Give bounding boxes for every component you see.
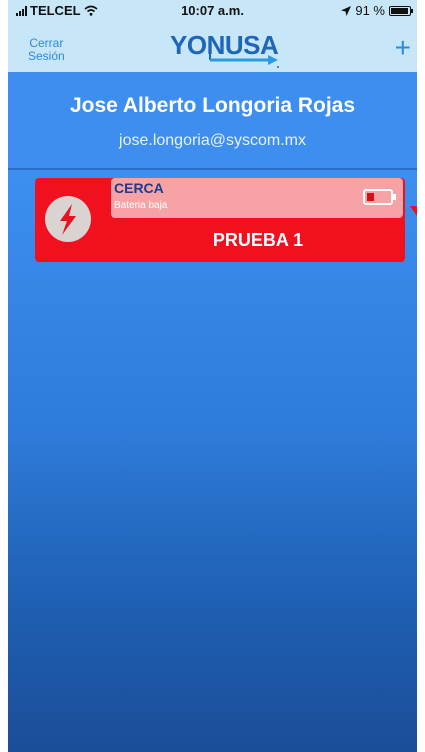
- device-card[interactable]: CERCA Bateria baja PRUEBA 1: [35, 178, 405, 262]
- lightning-icon-glyph: [60, 204, 76, 235]
- logo-arrow-icon: [209, 48, 279, 68]
- user-name: Jose Alberto Longoria Rojas: [69, 94, 356, 117]
- battery-percent: 91 %: [355, 3, 385, 18]
- top-bar: TELCEL 10:07 a.m. 91 % Cerrar Sesión YON…: [8, 0, 417, 72]
- device-status: Bateria baja: [114, 200, 168, 211]
- device-name: PRUEBA 1: [212, 230, 304, 250]
- app-screen: TELCEL 10:07 a.m. 91 % Cerrar Sesión YON…: [8, 0, 417, 752]
- add-device-button[interactable]: +: [395, 34, 411, 62]
- lightning-icon: [45, 196, 91, 242]
- status-bar: TELCEL 10:07 a.m. 91 %: [8, 0, 417, 20]
- battery-icon: [389, 5, 413, 16]
- location-arrow-icon: [341, 5, 352, 16]
- device-list[interactable]: CERCA Bateria baja PRUEBA 1: [8, 170, 417, 752]
- alert-marker-icon: [410, 206, 417, 216]
- battery-indicator: 91 %: [341, 3, 413, 18]
- logout-button[interactable]: Cerrar Sesión: [28, 37, 65, 63]
- device-zone: CERCA: [114, 180, 164, 196]
- low-battery-icon: [363, 189, 396, 205]
- device-info: CERCA Bateria baja: [111, 178, 403, 218]
- user-profile: Jose Alberto Longoria Rojas jose.longori…: [8, 72, 417, 170]
- user-email: jose.longoria@syscom.mx: [119, 132, 306, 149]
